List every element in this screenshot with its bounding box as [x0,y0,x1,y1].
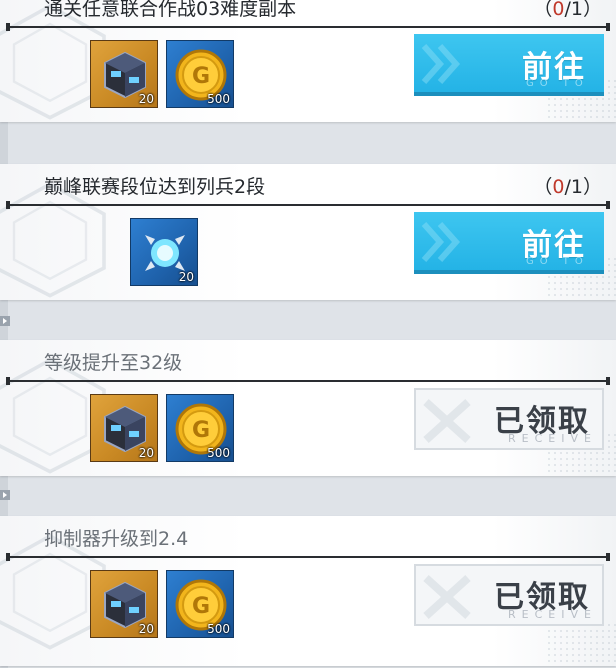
chevron-right-icon [421,44,461,84]
go-button[interactable]: 前往 GO TO [414,212,604,274]
chevron-right-icon [421,222,461,262]
received-button[interactable]: 已领取 RECEIVE [414,388,604,450]
reward-qty: 500 [207,446,230,460]
reward-qty: 20 [138,446,154,460]
reward-qty: 20 [178,270,194,284]
reward-qty: 20 [138,92,154,106]
received-x-icon [423,399,471,443]
divider [6,23,610,31]
divider [6,553,610,561]
card-deco-dots [546,622,616,662]
side-tab-marker[interactable] [0,490,10,500]
task-card-3: 等级提升至32级 20 G 500 已领取 RECEIVE [0,340,616,476]
reward-item[interactable]: 20 [90,570,158,638]
go-button[interactable]: 前往 GO TO [414,34,604,96]
task-title: 巅峰联赛段位达到列兵2段 [44,176,266,198]
received-button-sub: RECEIVE [508,608,597,621]
task-progress: （0/1） [533,176,602,198]
progress-current: 0 [552,176,565,198]
side-tab-marker[interactable] [0,316,10,326]
divider [6,201,610,209]
reward-item[interactable]: 20 [90,394,158,462]
reward-qty: 500 [207,92,230,106]
divider [6,377,610,385]
task-card-2: 巅峰联赛段位达到列兵2段 （0/1） 20 前往 GO TO [0,164,616,300]
svg-text:G: G [192,594,210,619]
svg-text:G: G [192,418,210,443]
received-button-sub: RECEIVE [508,432,597,445]
received-x-icon [423,575,471,619]
reward-qty: 500 [207,622,230,636]
task-progress: （0/1） [533,0,602,20]
task-card-4: 抑制器升级到2.4 20 G 500 已领取 RECEIVE [0,516,616,666]
progress-current: 0 [552,0,565,20]
reward-item[interactable]: 20 [130,218,198,286]
svg-text:G: G [192,64,210,89]
reward-item[interactable]: G 500 [166,570,234,638]
go-button-sub: GO TO [526,256,589,267]
go-button-sub: GO TO [526,78,589,89]
received-button[interactable]: 已领取 RECEIVE [414,564,604,626]
task-title: 抑制器升级到2.4 [44,528,189,550]
task-card-1: 通关任意联合作战03难度副本 （0/1） 20 G 500 前往 GO TO [0,0,616,122]
reward-qty: 20 [138,622,154,636]
reward-item[interactable]: G 500 [166,394,234,462]
task-title: 等级提升至32级 [44,352,183,374]
reward-item[interactable]: 20 [90,40,158,108]
task-title: 通关任意联合作战03难度副本 [44,0,297,20]
reward-item[interactable]: G 500 [166,40,234,108]
